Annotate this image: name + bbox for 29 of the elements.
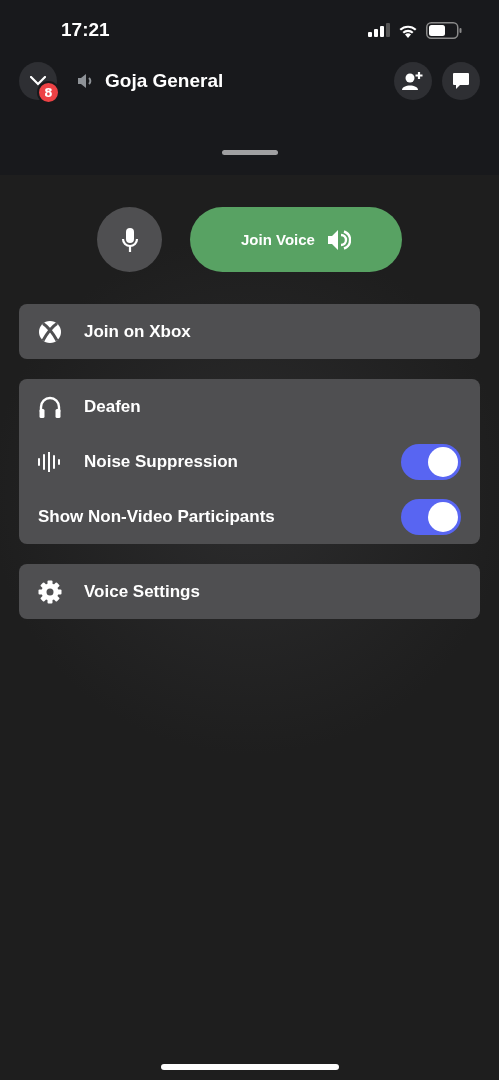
toggle-switch[interactable] <box>401 443 461 480</box>
person-plus-icon <box>402 71 424 91</box>
microphone-icon <box>120 226 139 253</box>
notification-badge: 8 <box>37 81 60 104</box>
toggle-row[interactable]: Noise Suppression <box>38 434 461 489</box>
channel-title: Goja General <box>105 70 224 92</box>
chevron-down-icon <box>30 76 46 86</box>
menu-item[interactable]: Join on Xbox <box>38 304 461 359</box>
status-time: 17:21 <box>61 19 110 41</box>
menu-label: Voice Settings <box>84 581 201 602</box>
drag-handle[interactable] <box>221 150 278 155</box>
waveform-icon <box>38 451 62 472</box>
menu-label: Show Non-Video Participants <box>38 506 276 527</box>
battery-icon <box>426 21 462 39</box>
settings-icon <box>38 579 62 604</box>
xbox-icon <box>38 319 62 344</box>
headphones-icon <box>38 394 62 419</box>
menu-label: Join on Xbox <box>84 321 192 342</box>
signal-icon <box>368 23 390 37</box>
toggle-switch[interactable] <box>401 498 461 535</box>
speaker-icon <box>326 228 351 251</box>
menu-item[interactable]: Deafen <box>38 379 461 434</box>
toggle-row[interactable]: Show Non-Video Participants <box>38 489 461 544</box>
menu-label: Noise Suppression <box>84 451 239 472</box>
menu-item[interactable]: Voice Settings <box>38 564 461 619</box>
chat-bubble-icon <box>452 72 470 90</box>
add-friend-button[interactable] <box>394 62 432 100</box>
menu-label: Deafen <box>84 396 142 417</box>
chat-button[interactable] <box>442 62 480 100</box>
